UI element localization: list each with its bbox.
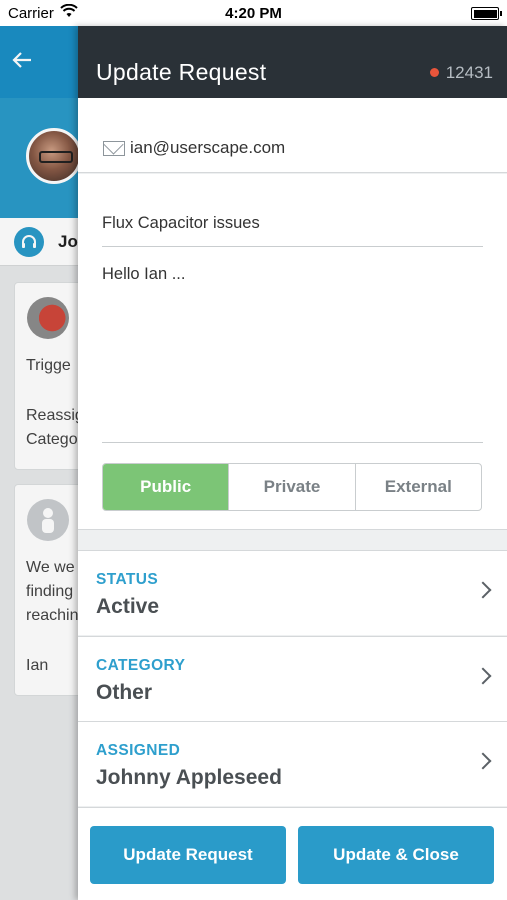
visibility-private-option[interactable]: Private <box>228 464 354 510</box>
category-label: CATEGORY <box>96 657 186 674</box>
category-row[interactable]: CATEGORY Other <box>78 636 507 721</box>
visibility-segmented-control: Public Private External <box>102 463 482 511</box>
battery-icon <box>471 7 502 20</box>
compose-area: Flux Capacitor issues Hello Ian ... Publ… <box>78 174 507 530</box>
update-and-close-button[interactable]: Update & Close <box>298 826 494 884</box>
message-body-field[interactable]: Hello Ian ... <box>102 265 185 284</box>
status-label: STATUS <box>96 571 159 588</box>
chevron-right-icon <box>474 667 492 685</box>
divider <box>102 442 483 443</box>
category-value: Other <box>96 681 153 704</box>
recipient-email: ian@userscape.com <box>130 138 286 157</box>
update-request-button[interactable]: Update Request <box>90 826 286 884</box>
mail-icon <box>103 141 125 156</box>
panel-navbar: Update Request 12431 <box>78 26 507 98</box>
assigned-row[interactable]: ASSIGNED Johnny Appleseed <box>78 721 507 806</box>
status-bar: Carrier 4:20 PM <box>0 0 507 26</box>
recipient-row[interactable]: ian@userscape.com <box>78 98 507 173</box>
divider <box>102 246 483 247</box>
action-bar: Update Request Update & Close <box>78 807 507 900</box>
subject-field[interactable]: Flux Capacitor issues <box>102 214 260 233</box>
clock: 4:20 PM <box>225 5 282 22</box>
status-row[interactable]: STATUS Active <box>78 550 507 635</box>
visibility-public-option[interactable]: Public <box>103 464 229 510</box>
visibility-external-option[interactable]: External <box>354 464 481 510</box>
assigned-label: ASSIGNED <box>96 742 181 759</box>
assigned-value: Johnny Appleseed <box>96 766 282 789</box>
chevron-right-icon <box>474 752 492 770</box>
update-request-panel: Update Request 12431 ian@userscape.com F… <box>78 26 507 900</box>
chevron-right-icon <box>474 581 492 599</box>
page-title: Update Request <box>96 59 267 85</box>
ticket-number: 12431 <box>429 63 493 83</box>
ticket-number-text: 12431 <box>445 63 493 82</box>
status-value: Active <box>96 595 160 618</box>
dim-overlay[interactable] <box>0 26 78 900</box>
status-dot-icon <box>429 68 439 77</box>
